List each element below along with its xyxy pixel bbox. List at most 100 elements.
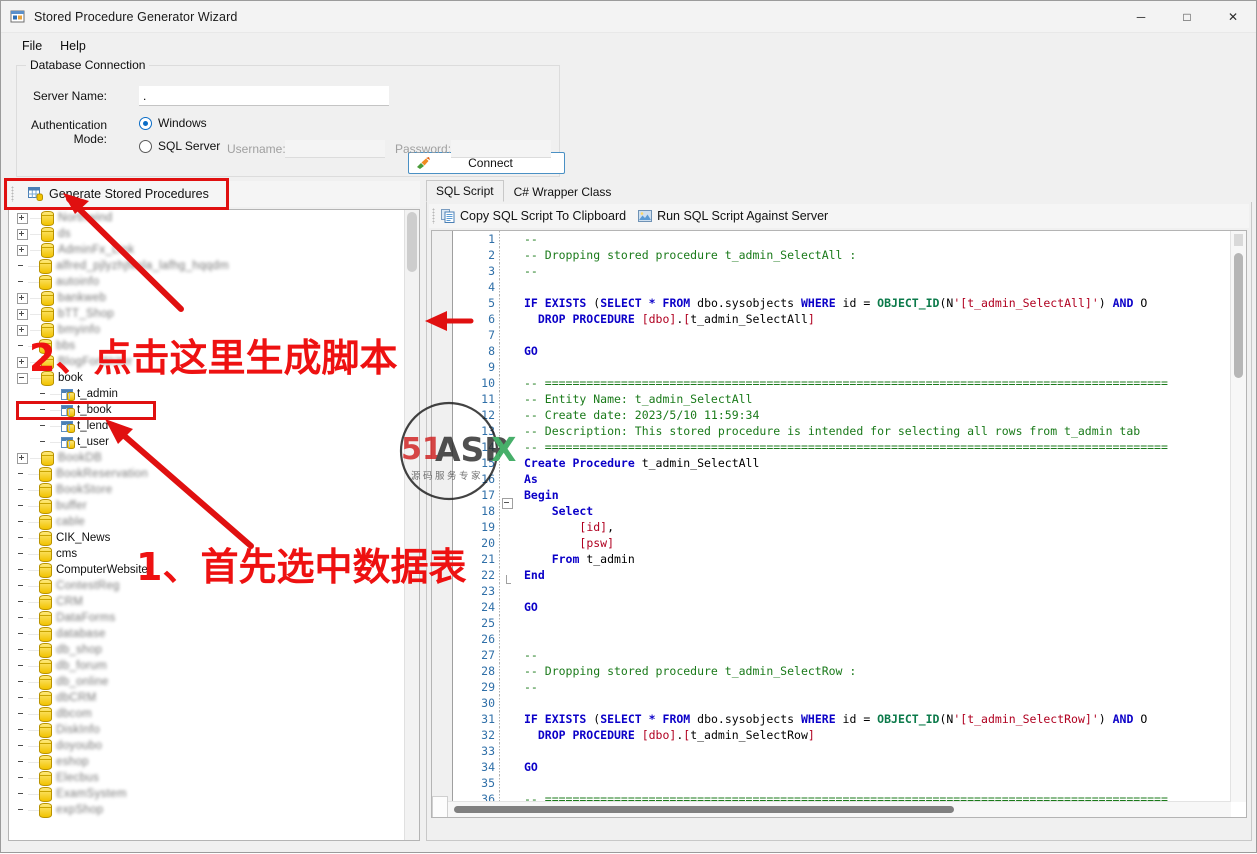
tree-node-label: t_book — [77, 404, 112, 416]
editor-vscroll-thumb[interactable] — [1234, 253, 1243, 378]
radio-windows-auth[interactable]: Windows — [139, 116, 207, 130]
tree-spacer — [17, 630, 26, 639]
tree-node-database[interactable]: expShop — [9, 802, 405, 818]
menu-item-file[interactable]: File — [13, 36, 51, 56]
line-number: 34 — [453, 759, 499, 775]
editor-code-area[interactable]: 1--2-- Dropping stored procedure t_admin… — [453, 231, 1246, 817]
tree-node-database[interactable]: dbcom — [9, 706, 405, 722]
tree-node-database[interactable]: ds — [9, 226, 405, 242]
tree-node-label: t_admin — [77, 388, 118, 400]
tree-node-database[interactable]: autoinfo — [9, 274, 405, 290]
tree-node-table[interactable]: t_lend — [9, 418, 405, 434]
tree-connector — [30, 458, 41, 459]
tree-node-database[interactable]: db_online — [9, 674, 405, 690]
tree-node-database[interactable]: ContestReg — [9, 578, 405, 594]
tree-node-database[interactable]: CRM — [9, 594, 405, 610]
tree-node-database[interactable]: db_shop — [9, 642, 405, 658]
gutter-separator — [499, 375, 500, 391]
editor-hscroll-thumb[interactable] — [454, 806, 954, 813]
tree-node-table[interactable]: t_user — [9, 434, 405, 450]
tree-node-database[interactable]: DataForms — [9, 610, 405, 626]
gutter-separator — [499, 487, 500, 503]
expand-plus-icon[interactable] — [17, 309, 28, 320]
tree-node-database[interactable]: cable — [9, 514, 405, 530]
tree-node-database[interactable]: alfred_pjlyzhjfksla_lafhg_hqqdm — [9, 258, 405, 274]
line-number: 3 — [453, 263, 499, 279]
tree-spacer — [17, 550, 26, 559]
expand-plus-icon[interactable] — [17, 357, 28, 368]
tree-node-database[interactable]: BlogForWriter — [9, 354, 405, 370]
username-input[interactable] — [285, 140, 385, 158]
tree-node-database[interactable]: doyoubo — [9, 738, 405, 754]
tree-spacer — [17, 566, 26, 575]
sql-code-editor[interactable]: 1--2-- Dropping stored procedure t_admin… — [431, 230, 1247, 818]
password-input[interactable] — [451, 140, 551, 158]
sql-script-toolbar: Copy SQL Script To Clipboard Run SQL Scr… — [429, 204, 1249, 228]
tree-scroll-thumb[interactable] — [407, 212, 417, 272]
tree-node-database[interactable]: bTT_Shop — [9, 306, 405, 322]
tree-node-label: bmyinfo — [58, 324, 100, 336]
server-name-input[interactable] — [139, 86, 389, 106]
minimize-button[interactable]: ─ — [1118, 1, 1164, 32]
tree-node-database[interactable]: eshop — [9, 754, 405, 770]
tree-vertical-scrollbar[interactable] — [404, 210, 419, 840]
tree-node-database[interactable]: bankweb — [9, 290, 405, 306]
editor-horizontal-scrollbar[interactable] — [432, 801, 1231, 817]
tree-node-database[interactable]: Elecbus — [9, 770, 405, 786]
tree-node-database[interactable]: CIK_News — [9, 530, 405, 546]
code-text: -- =====================================… — [514, 439, 1168, 455]
tree-node-label: BookDB — [58, 452, 102, 464]
database-tree[interactable]: NorthwinddsAdminFx_Linkalfred_pjlyzhjfks… — [9, 210, 405, 840]
tree-node-database[interactable]: buffer — [9, 498, 405, 514]
radio-sqlserver-auth[interactable]: SQL Server — [139, 139, 220, 153]
tree-node-database[interactable]: DiskInfo — [9, 722, 405, 738]
tree-node-label: dbcom — [56, 708, 92, 720]
tree-node-database[interactable]: book — [9, 370, 405, 386]
tab-csharp-wrapper-class[interactable]: C# Wrapper Class — [504, 181, 622, 202]
tree-node-database[interactable]: BookDB — [9, 450, 405, 466]
tree-node-database[interactable]: db_forum — [9, 658, 405, 674]
generate-stored-procedures-button[interactable]: Generate Stored Procedures — [24, 184, 215, 204]
tree-node-database[interactable]: BookStore — [9, 482, 405, 498]
expand-plus-icon[interactable] — [17, 453, 28, 464]
editor-vertical-scrollbar[interactable] — [1230, 231, 1246, 802]
close-button[interactable]: ✕ — [1210, 1, 1256, 32]
collapse-minus-icon[interactable] — [17, 373, 28, 384]
tree-connector — [28, 474, 39, 475]
line-number: 6 — [453, 311, 499, 327]
expand-plus-icon[interactable] — [17, 293, 28, 304]
tree-node-database[interactable]: ComputerWebsite — [9, 562, 405, 578]
expand-plus-icon[interactable] — [17, 213, 28, 224]
expand-plus-icon[interactable] — [17, 325, 28, 336]
tree-node-database[interactable]: BookReservation — [9, 466, 405, 482]
tree-node-label: expShop — [56, 804, 104, 816]
tree-node-database[interactable]: Northwind — [9, 210, 405, 226]
maximize-button[interactable]: □ — [1164, 1, 1210, 32]
tree-node-table[interactable]: t_book — [9, 402, 405, 418]
tree-node-database[interactable]: database — [9, 626, 405, 642]
editor-scroll-up-arrow[interactable] — [1234, 234, 1243, 246]
tree-node-database[interactable]: ExamSystem — [9, 786, 405, 802]
tree-connector — [28, 698, 39, 699]
expand-plus-icon[interactable] — [17, 245, 28, 256]
database-icon — [39, 483, 52, 498]
tree-node-table[interactable]: t_admin — [9, 386, 405, 402]
tree-connector — [30, 234, 41, 235]
tree-node-database[interactable]: AdminFx_Link — [9, 242, 405, 258]
menu-item-help[interactable]: Help — [51, 36, 95, 56]
copy-sql-script-button[interactable]: Copy SQL Script To Clipboard — [435, 207, 632, 225]
database-tree-panel[interactable]: NorthwinddsAdminFx_Linkalfred_pjlyzhjfks… — [8, 209, 420, 841]
tree-node-database[interactable]: dbCRM — [9, 690, 405, 706]
code-line: 18 Select — [453, 503, 1246, 519]
tree-spacer — [17, 758, 26, 767]
tree-connector — [30, 362, 41, 363]
database-icon — [39, 739, 52, 754]
expand-plus-icon[interactable] — [17, 229, 28, 240]
tree-node-database[interactable]: cms — [9, 546, 405, 562]
code-text: -- — [514, 647, 538, 663]
gutter-separator — [499, 519, 500, 535]
tree-node-database[interactable]: bbs — [9, 338, 405, 354]
run-sql-script-button[interactable]: Run SQL Script Against Server — [632, 207, 834, 225]
tab-sql-script[interactable]: SQL Script — [426, 180, 504, 202]
tree-node-database[interactable]: bmyinfo — [9, 322, 405, 338]
